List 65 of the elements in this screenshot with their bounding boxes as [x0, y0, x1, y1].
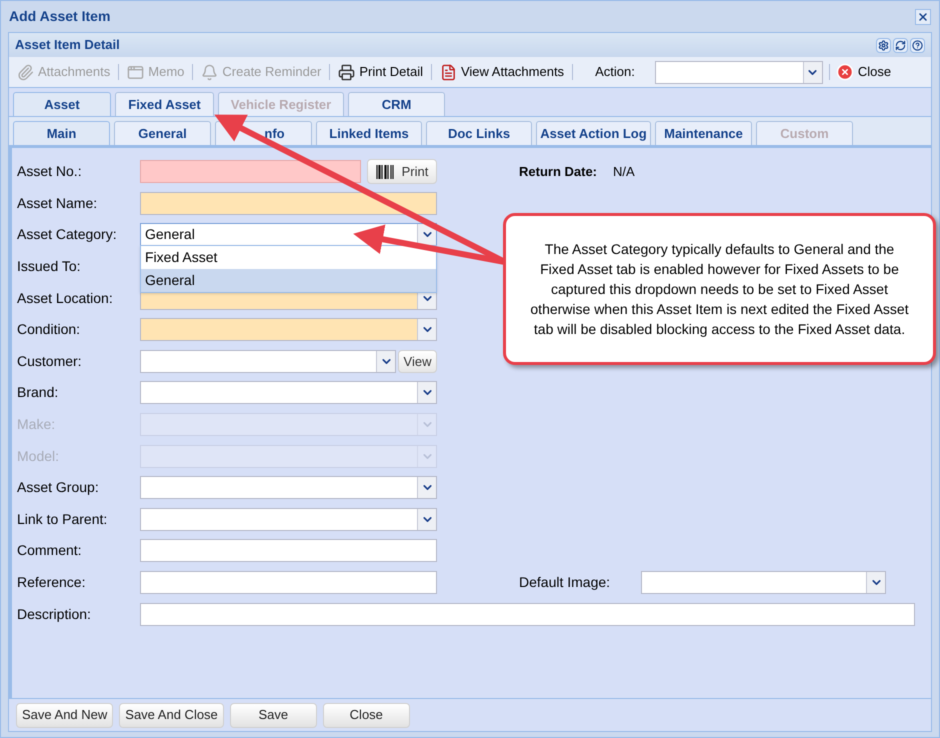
tab[interactable]: Linked Items [316, 121, 422, 145]
footer-button[interactable]: Save [230, 702, 317, 728]
field-label: Asset Name: [17, 194, 98, 213]
callout-text: The Asset Category typically defaults to General and the Fixed Asset tab is enabled however for Fixed Assets to be captured this dropdown needs to be set to Fixed Asset otherwise when this Asset Item is next edited the Fixed Asset tab will be disabled blocking access to the Fixed Asset data. [529, 240, 910, 339]
toolbar-button[interactable]: View Attachments [438, 62, 566, 82]
panel-title: Asset Item Detail [15, 36, 120, 54]
tab[interactable]: General [114, 121, 211, 145]
text-field[interactable] [140, 160, 361, 184]
field-label: Asset Group: [17, 478, 100, 498]
close-button[interactable]: Close [836, 62, 892, 82]
tab[interactable]: Main [13, 121, 110, 145]
tab[interactable]: Asset Action Log [536, 121, 651, 145]
dropdown-option[interactable]: Fixed Asset [141, 246, 436, 270]
field-label: Return Date: [519, 163, 598, 182]
help-icon[interactable] [910, 38, 925, 52]
toolbar-button[interactable]: Print Detail [336, 62, 425, 82]
refresh-icon[interactable] [893, 38, 908, 52]
tab[interactable]: CRM [348, 92, 445, 116]
window-title: Add Asset Item [9, 7, 110, 26]
action-label: Action: [595, 63, 635, 82]
text-field[interactable] [140, 192, 437, 215]
dropdown-field[interactable] [140, 508, 437, 531]
field-value: N/A [613, 163, 635, 182]
tab[interactable]: Maintenance [655, 121, 752, 145]
tab[interactable]: Fixed Asset [115, 92, 214, 116]
close-icon [836, 63, 854, 81]
footer-button[interactable]: Save And Close [119, 702, 224, 728]
text-field[interactable] [140, 539, 437, 562]
dropdown-field[interactable] [654, 60, 823, 84]
field-label: Asset Location: [17, 288, 114, 308]
window-icon [127, 64, 144, 80]
field-label: Default Image: [519, 573, 612, 592]
field-label: Asset Category: [17, 225, 118, 244]
field-label: Description: [17, 604, 92, 624]
view-button[interactable]: View [398, 350, 437, 373]
field-label: Comment: [17, 541, 83, 560]
field-label: Model: [17, 446, 60, 466]
printer-icon [338, 64, 356, 80]
paperclip-icon [17, 64, 34, 80]
tab[interactable]: Asset [13, 92, 111, 116]
document-icon [440, 64, 457, 80]
footer-button[interactable]: Save And New [16, 702, 114, 728]
dropdown-field[interactable] [140, 381, 437, 404]
field-label: Link to Parent: [17, 510, 108, 529]
bell-icon [201, 64, 218, 80]
dropdown-field[interactable] [641, 571, 886, 594]
field-label: Condition: [17, 320, 82, 340]
field-label: Customer: [17, 352, 83, 371]
print-button[interactable]: Print [367, 159, 437, 184]
dropdown-option[interactable]: General [141, 269, 436, 292]
tab[interactable]: Doc Links [426, 121, 532, 145]
close-icon[interactable] [915, 8, 931, 24]
field-label: Brand: [17, 383, 60, 402]
field-label: Make: [17, 415, 56, 434]
text-field[interactable] [140, 571, 437, 594]
footer-button[interactable]: Close [322, 702, 410, 728]
text-field[interactable] [140, 602, 915, 626]
field-label: Issued To: [17, 257, 82, 276]
dropdown-field[interactable] [140, 318, 437, 342]
dropdown-field[interactable] [140, 476, 437, 500]
settings-icon[interactable] [876, 38, 891, 52]
barcode-icon [376, 164, 394, 179]
field-label: Asset No.: [17, 162, 83, 182]
field-label: Reference: [17, 573, 86, 592]
dropdown-field[interactable] [140, 350, 396, 373]
